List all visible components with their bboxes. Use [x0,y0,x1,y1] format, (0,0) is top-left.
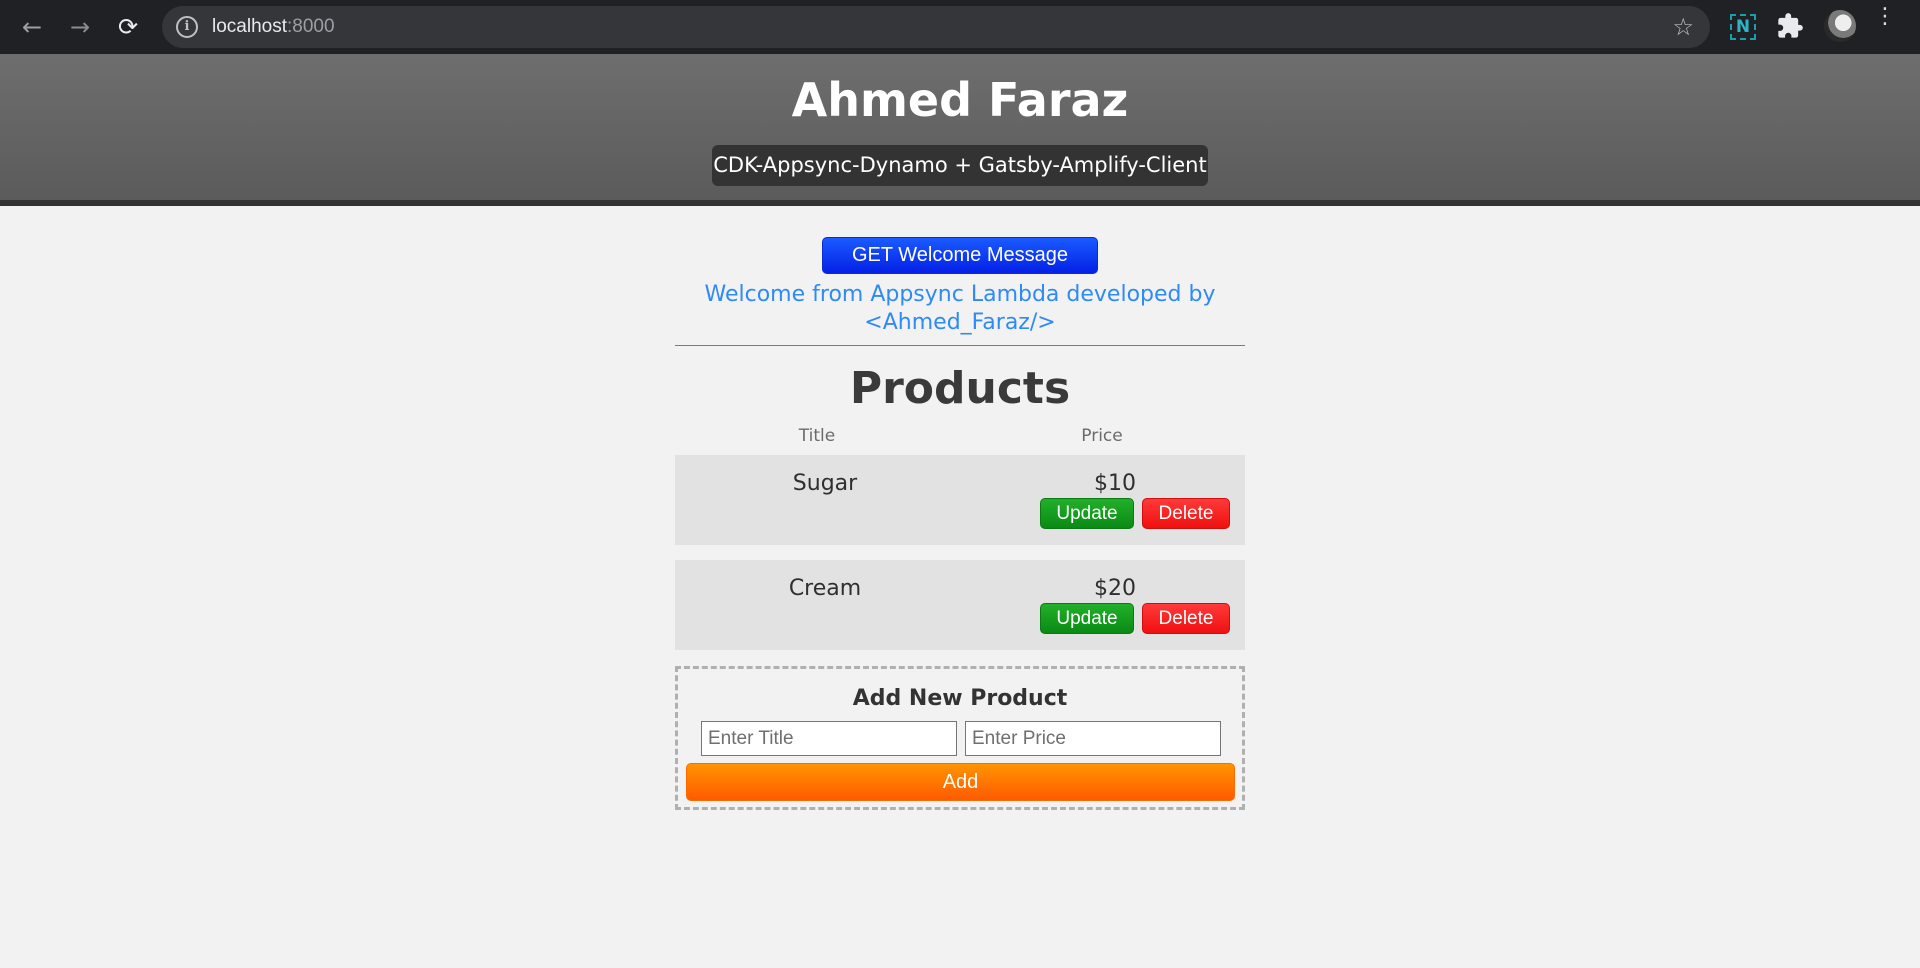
welcome-message: Welcome from Appsync Lambda developed by… [704,282,1216,335]
product-price: $10 [1094,471,1136,496]
add-button[interactable]: Add [686,763,1235,801]
url-port: :8000 [287,16,335,37]
site-info-icon[interactable]: i [176,16,198,38]
column-header-title: Title [798,426,836,446]
delete-button[interactable]: Delete [1142,603,1230,634]
browser-toolbar: ← → ⟳ i localhost:8000 ☆ N ⋮ [0,0,1920,54]
product-title: Cream [788,576,862,601]
extensions-puzzle-icon[interactable] [1776,12,1804,40]
update-button[interactable]: Update [1040,498,1134,529]
extension-n-icon[interactable]: N [1730,14,1756,40]
add-product-form: Add New Product Add [675,666,1245,810]
profile-avatar[interactable] [1824,10,1856,42]
bookmark-star-icon[interactable]: ☆ [1672,13,1694,41]
price-input[interactable] [965,721,1221,756]
get-welcome-message-button[interactable]: GET Welcome Message [822,237,1098,274]
add-product-heading: Add New Product [852,686,1068,711]
divider [675,345,1245,346]
address-bar[interactable]: i localhost:8000 ☆ [162,6,1710,48]
delete-button[interactable]: Delete [1142,498,1230,529]
title-input[interactable] [701,721,957,756]
back-icon[interactable]: ← [16,11,48,43]
site-title: Ahmed Faraz [791,73,1129,127]
product-row: Sugar $10 Update Delete [675,455,1245,545]
product-title: Sugar [792,471,858,496]
url-host: localhost [212,16,287,37]
product-price: $20 [1094,576,1136,601]
reload-icon[interactable]: ⟳ [112,11,144,43]
site-header: Ahmed Faraz CDK-Appsync-Dynamo + Gatsby-… [0,54,1920,206]
product-row: Cream $20 Update Delete [675,560,1245,650]
column-header-price: Price [1081,426,1123,446]
site-subtitle-badge: CDK-Appsync-Dynamo + Gatsby-Amplify-Clie… [712,145,1208,186]
browser-menu-icon[interactable]: ⋮ [1872,6,1898,42]
update-button[interactable]: Update [1040,603,1134,634]
forward-icon[interactable]: → [64,11,96,43]
products-heading: Products [849,363,1071,414]
url-text[interactable]: localhost:8000 [212,16,335,38]
